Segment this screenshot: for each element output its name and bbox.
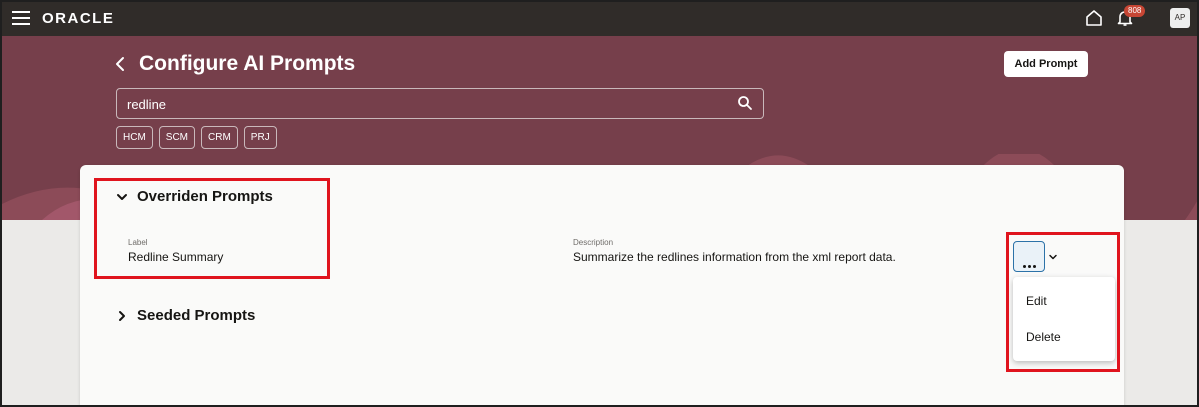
highlight-box — [1006, 232, 1120, 372]
menu-icon[interactable] — [12, 11, 30, 26]
description-caption: Description — [573, 238, 614, 247]
top-bar: ORACLE 808 AP — [2, 2, 1197, 36]
chevron-right-icon — [119, 310, 125, 321]
page-title: Configure AI Prompts — [139, 52, 356, 75]
add-prompt-button[interactable]: Add Prompt — [1004, 51, 1088, 77]
notification-badge: 808 — [1124, 5, 1146, 17]
search-icon[interactable] — [737, 95, 753, 111]
filter-chips: HCM SCM CRM PRJ — [116, 126, 277, 149]
oracle-logo[interactable]: ORACLE — [42, 10, 114, 27]
app-frame: ORACLE 808 AP Configure AI Prompts Add P… — [0, 0, 1199, 407]
highlight-box — [94, 178, 330, 279]
filter-chip-crm[interactable]: CRM — [201, 126, 238, 149]
seeded-prompts-header[interactable]: Seeded Prompts — [115, 307, 255, 324]
filter-chip-scm[interactable]: SCM — [158, 126, 196, 149]
section-title: Seeded Prompts — [137, 307, 256, 324]
description-value: Summarize the redlines information from … — [573, 250, 896, 264]
home-icon[interactable] — [1084, 8, 1104, 28]
back-arrow-icon[interactable] — [112, 55, 128, 73]
user-avatar[interactable]: AP — [1170, 8, 1190, 28]
search-field[interactable] — [116, 88, 764, 119]
filter-chip-hcm[interactable]: HCM — [116, 126, 153, 149]
filter-chip-prj[interactable]: PRJ — [243, 126, 277, 149]
search-input[interactable] — [127, 96, 727, 113]
